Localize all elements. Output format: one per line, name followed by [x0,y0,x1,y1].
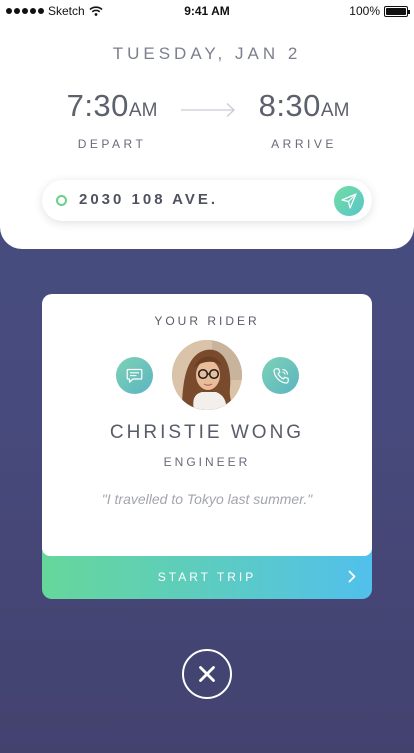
pickup-address-field[interactable]: 2030 108 AVE. [42,180,372,221]
call-rider-button[interactable] [262,357,299,394]
close-button[interactable] [182,649,232,699]
chevron-right-icon [348,570,356,583]
navigation-arrow-icon [341,193,357,209]
battery-icon [384,5,410,17]
message-icon [126,368,143,383]
rider-quote: "I travelled to Tokyo last summer." [101,491,313,507]
rider-photo [172,340,242,410]
depart-time: 7:30AM [52,88,172,124]
arrive-label: ARRIVE [271,137,337,151]
navigate-button[interactable] [334,186,364,216]
rider-avatar [172,340,242,410]
phone-icon [272,367,289,384]
battery-percent: 100% [349,4,380,18]
depart-time-value: 7:30 [66,88,129,123]
rider-card-heading: YOUR RIDER [154,314,260,328]
arrow-right-icon [181,103,235,117]
close-icon [199,666,215,682]
arrive-time: 8:30AM [244,88,364,124]
depart-block: 7:30AM DEPART [52,88,172,151]
rider-card: YOUR RIDER CHRISTIE WONG ENGINEER "I tra… [42,294,372,556]
trip-header-sheet: Sketch 9:41 AM 100% TUESDAY, JAN 2 7:30A… [0,0,414,249]
rider-occupation: ENGINEER [163,455,251,469]
message-rider-button[interactable] [116,357,153,394]
pickup-address: 2030 108 AVE. [79,191,219,208]
depart-ampm: AM [128,100,158,121]
arrive-block: 8:30AM ARRIVE [244,88,364,151]
rider-name: CHRISTIE WONG [109,422,305,443]
start-trip-label: START TRIP [157,570,257,584]
battery-status: 100% [349,4,410,18]
location-dot-icon [56,195,67,206]
battery-fill [386,7,406,15]
arrive-time-value: 8:30 [258,88,321,123]
status-bar: Sketch 9:41 AM 100% [0,0,414,22]
trip-date: TUESDAY, JAN 2 [112,44,302,63]
depart-label: DEPART [77,137,147,151]
arrive-ampm: AM [320,100,350,121]
